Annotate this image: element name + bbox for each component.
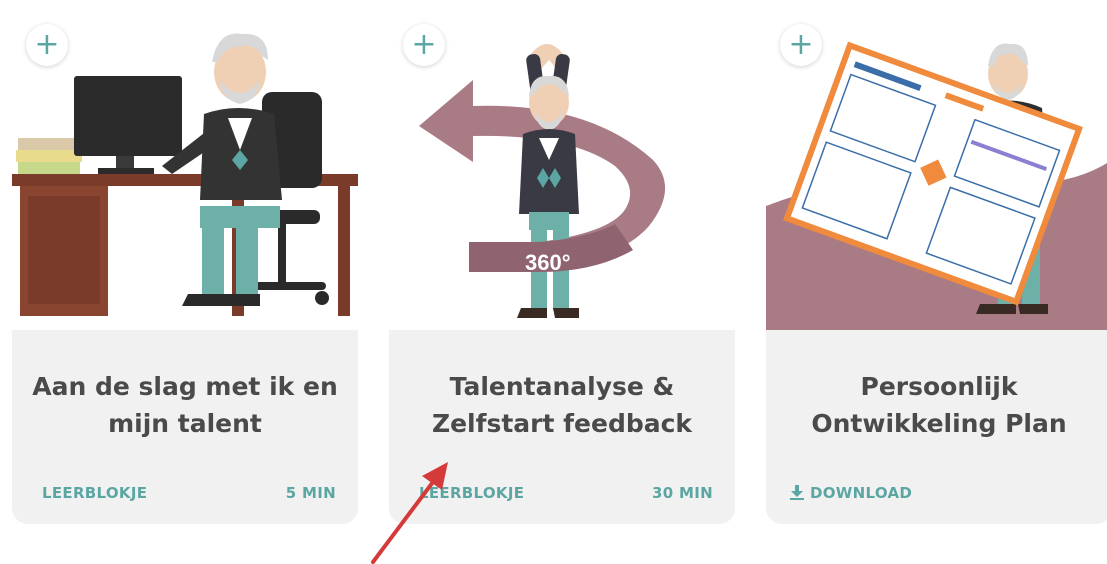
card-type-label: LEERBLOKJE	[42, 484, 148, 502]
card-aan-de-slag[interactable]: + Aan de slag met ik en mijn talent LEER…	[12, 10, 358, 524]
plus-icon: +	[411, 27, 437, 62]
card-persoonlijk-ontwikkeling-plan[interactable]: + Persoonlijk Ontwikkeling Plan DOWNLOAD	[766, 10, 1107, 524]
card-duration: 30 MIN	[652, 484, 713, 502]
badge-360: 360°	[525, 250, 571, 275]
add-to-favorites-button[interactable]: +	[780, 24, 822, 66]
add-to-favorites-button[interactable]: +	[403, 24, 445, 66]
card-info: Aan de slag met ik en mijn talent LEERBL…	[12, 330, 358, 524]
card-illustration	[12, 10, 358, 330]
card-title[interactable]: Aan de slag met ik en mijn talent	[12, 368, 358, 442]
card-duration: 5 MIN	[285, 484, 336, 502]
card-info: Persoonlijk Ontwikkeling Plan DOWNLOAD	[766, 330, 1107, 524]
card-info: Talentanalyse & Zelfstart feedback LEERB…	[389, 330, 735, 524]
card-talentanalyse[interactable]: 360° + Talentanalyse & Zelfstart feedbac…	[389, 10, 735, 524]
download-link[interactable]: DOWNLOAD	[790, 484, 912, 502]
card-type-label: LEERBLOKJE	[419, 484, 525, 502]
card-title[interactable]: Talentanalyse & Zelfstart feedback	[389, 368, 735, 442]
download-icon	[790, 485, 804, 500]
card-title[interactable]: Persoonlijk Ontwikkeling Plan	[766, 368, 1107, 442]
download-label: DOWNLOAD	[810, 484, 913, 502]
card-illustration: 360°	[389, 10, 735, 330]
plus-icon: +	[34, 27, 60, 62]
plus-icon: +	[788, 27, 814, 62]
add-to-favorites-button[interactable]: +	[26, 24, 68, 66]
